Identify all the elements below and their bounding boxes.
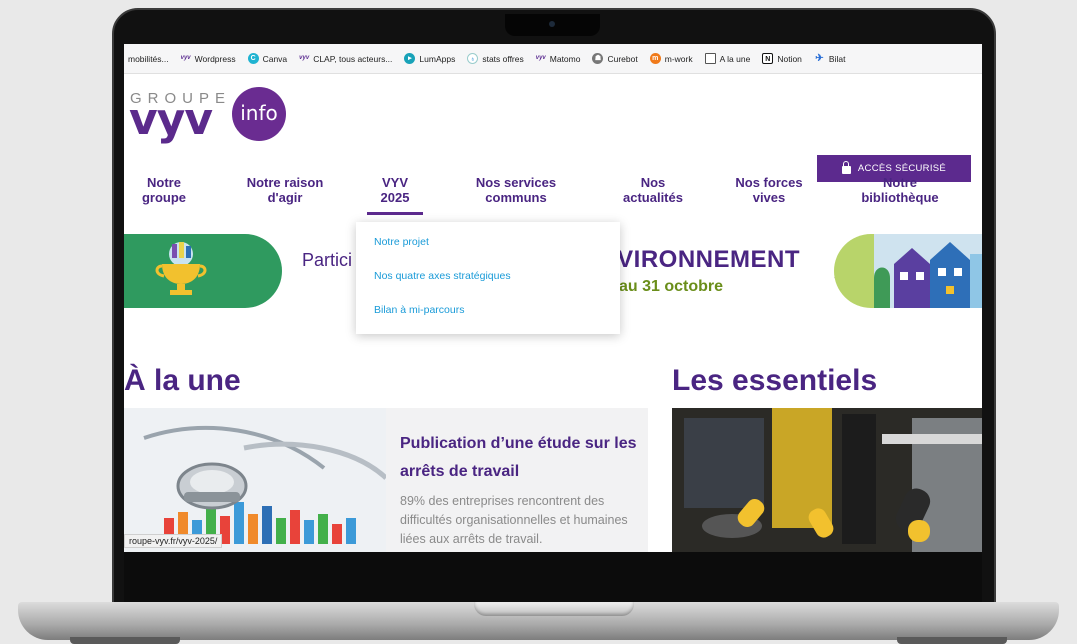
bookmark-wordpress[interactable]: vyv Wordpress (181, 53, 236, 64)
browser-screen: mobilités... vyv Wordpress C Canva vyv CLAP… (124, 44, 982, 552)
vyv-icon: vyv (299, 55, 310, 61)
section-title-essentiels: Les essentiels (672, 364, 878, 397)
stethoscope-chart-illustration (124, 408, 386, 552)
curebot-icon: ☗ (592, 53, 604, 64)
logo-vyv[interactable]: vyv (129, 94, 213, 145)
nav-bibliotheque[interactable]: Notre bibliothèque (836, 175, 964, 205)
bookmark-mobilites[interactable]: mobilités... (128, 54, 169, 64)
article-image-stethoscope[interactable] (124, 408, 386, 552)
mwork-icon: m (649, 53, 661, 64)
houses-illustration (874, 234, 982, 308)
section-title-une: À la une (124, 364, 241, 397)
nav-forces-vives[interactable]: Nos forces vives (720, 175, 818, 205)
bookmark-stats-offres[interactable]: ♁ stats offres (467, 53, 524, 64)
studio-microphones-illustration (672, 408, 982, 552)
vyv-icon: vyv (535, 55, 546, 61)
dropdown-item-notre-projet[interactable]: Notre projet (374, 236, 429, 248)
article-description: 89% des entreprises rencontrent des diff… (400, 494, 628, 546)
browser-status-url: roupe-vyv.fr/vyv-2025/ (124, 534, 223, 548)
bookmark-lumapps[interactable]: ▸ LumApps (404, 53, 455, 64)
vyv-2025-dropdown-menu: Notre projet Nos quatre axes stratégique… (356, 222, 620, 334)
bookmark-a-la-une[interactable]: A la une (704, 53, 750, 64)
banner-illustration-left (124, 234, 282, 308)
canva-icon: C (247, 53, 259, 64)
lock-icon (841, 161, 851, 174)
bookmark-bilat[interactable]: ✈ Bilat (814, 53, 845, 64)
banner-date: au 31 octobre (619, 278, 724, 295)
banner-illustration-right (834, 234, 982, 308)
bookmark-m-work[interactable]: m m-work (649, 53, 693, 64)
nav-active-underline (367, 212, 423, 215)
webcam-icon (549, 21, 555, 27)
nav-actualites[interactable]: Nos actualités (608, 175, 698, 205)
bookmark-matomo[interactable]: vyv Matomo (536, 53, 581, 64)
notion-icon: N (762, 53, 774, 64)
laptop-foot-right (897, 637, 1007, 644)
nav-vyv-2025[interactable]: VYV 2025 (366, 175, 424, 205)
bookmarks-bar: mobilités... vyv Wordpress C Canva vyv CLAP… (124, 44, 982, 74)
logo-info-badge[interactable]: info (232, 87, 286, 141)
banner-text-left: Partici (302, 250, 353, 270)
screen-chin (124, 552, 982, 602)
rocket-icon: ✈ (815, 53, 824, 64)
main-nav: Notre groupe Notre raison d'agir VYV 2025 N… (124, 175, 982, 215)
nav-raison-agir[interactable]: Notre raison d'agir (228, 175, 342, 205)
article-title[interactable]: Publication d’une étude sur les arrêts d… (400, 430, 640, 486)
page-icon (704, 53, 716, 64)
dropdown-item-bilan[interactable]: Bilan à mi-parcours (374, 304, 464, 316)
nav-notre-groupe[interactable]: Notre groupe (124, 175, 204, 205)
essentials-image-studio[interactable] (672, 408, 982, 552)
lumapps-icon: ▸ (404, 53, 416, 64)
laptop-opening-groove (474, 602, 634, 616)
trophy-icon (155, 242, 207, 295)
article-card[interactable]: Publication d’une étude sur les arrêts d… (386, 408, 648, 552)
bookmark-clap[interactable]: vyv CLAP, tous acteurs... (299, 53, 392, 64)
banner-headline: IVIRONNEMENT (610, 246, 801, 273)
bookmark-curebot[interactable]: ☗ Curebot (592, 53, 638, 64)
bookmark-canva[interactable]: C Canva (247, 53, 287, 64)
laptop-foot-left (70, 637, 180, 644)
vyv-icon: vyv (180, 55, 191, 61)
stats-icon: ♁ (467, 53, 479, 64)
bookmark-notion[interactable]: N Notion (762, 53, 802, 64)
laptop-mockup: mobilités... vyv Wordpress C Canva vyv CLAP… (0, 0, 1077, 644)
dropdown-item-quatre-axes[interactable]: Nos quatre axes stratégiques (374, 270, 511, 282)
nav-services-communs[interactable]: Nos services communs (456, 175, 576, 205)
